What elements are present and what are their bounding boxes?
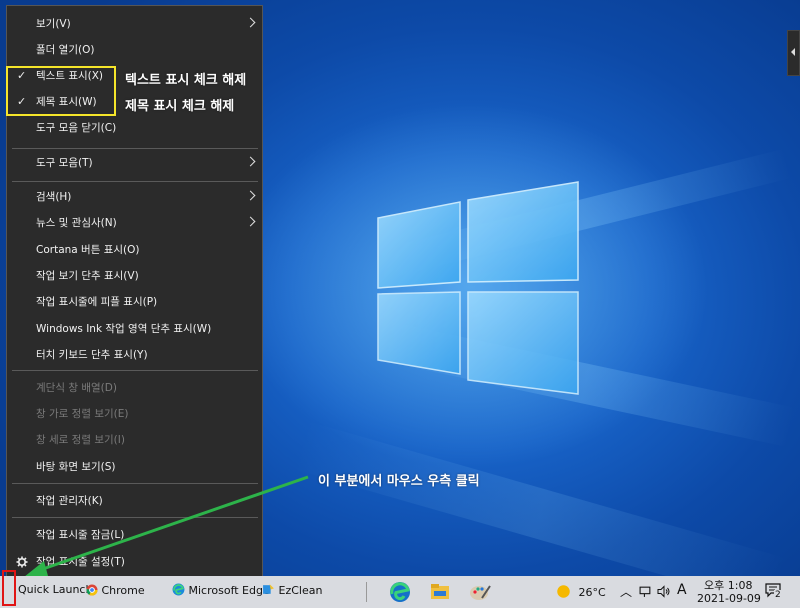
menu-separator — [12, 181, 258, 182]
taskbar-app-edge[interactable]: Microsoft Edge — [172, 581, 270, 601]
taskbar-separator — [366, 582, 367, 602]
menu-item-stacked: 창 가로 정렬 보기(E) — [36, 408, 129, 420]
menu-item-news-interests[interactable]: 뉴스 및 관심사(N) — [7, 210, 262, 236]
chevron-right-icon — [245, 216, 256, 227]
chevron-right-icon — [245, 156, 256, 167]
chevron-right-icon — [245, 190, 256, 201]
annotation-text-uncheck: 텍스트 표시 체크 해제 — [125, 73, 247, 88]
menu-item-view[interactable]: 보기(V) — [7, 11, 262, 37]
taskbar-app-ezclean[interactable]: EzClean — [262, 581, 322, 601]
toolbar-grip-highlight — [2, 570, 16, 606]
menu-item-close-toolbar[interactable]: 도구 모음 닫기(C) — [7, 115, 262, 141]
gear-icon — [16, 556, 28, 568]
menu-item-open-folder[interactable]: 폴더 열기(O) — [7, 37, 262, 63]
edge-icon[interactable] — [388, 580, 412, 604]
weather-widget[interactable]: 26°C — [556, 584, 606, 599]
menu-separator — [12, 370, 258, 371]
chevron-right-icon — [245, 17, 256, 28]
menu-item-touch-keyboard[interactable]: 터치 키보드 단추 표시(Y) — [7, 342, 262, 368]
menu-item-side-by-side: 창 세로 정렬 보기(I) — [36, 434, 125, 446]
right-edge-handle[interactable] — [787, 30, 800, 76]
taskbar-app-chrome[interactable]: Chrome — [86, 581, 145, 601]
menu-item-windows-ink[interactable]: Windows Ink 작업 영역 단추 표시(W) — [7, 316, 262, 342]
menu-item-task-view[interactable]: 작업 보기 단추 표시(V) — [7, 263, 262, 289]
ezclean-icon — [263, 584, 274, 594]
network-icon[interactable] — [639, 585, 652, 598]
menu-separator — [12, 483, 258, 484]
annotation-title-uncheck: 제목 표시 체크 해제 — [125, 99, 235, 114]
menu-item-lock-taskbar[interactable]: 작업 표시줄 잠금(L) — [7, 522, 262, 548]
notification-count: 2 — [774, 590, 782, 600]
chevron-up-icon[interactable]: ︿ — [620, 583, 632, 600]
menu-item-taskbar-settings[interactable]: 작업 표시줄 설정(T) — [7, 549, 262, 575]
edge-icon — [172, 583, 185, 596]
menu-item-cascade: 계단식 창 배열(D) — [36, 382, 117, 394]
windows-logo — [377, 181, 579, 395]
volume-icon[interactable] — [657, 585, 671, 598]
menu-item-toolbars[interactable]: 도구 모음(T) — [7, 150, 262, 176]
ime-indicator[interactable]: A — [677, 582, 687, 598]
sun-icon — [557, 585, 570, 598]
menu-separator — [12, 517, 258, 518]
menu-separator — [12, 148, 258, 149]
menu-item-show-desktop[interactable]: 바탕 화면 보기(S) — [7, 454, 262, 480]
quick-launch-label[interactable]: Quick Launch — [18, 583, 92, 596]
clock-time[interactable]: 오후 1:08 — [704, 577, 752, 593]
taskbar[interactable]: Quick Launch Chrome Microsoft Edge EzCle… — [0, 576, 800, 608]
annotation-right-click-hint: 이 부분에서 마우스 우측 클릭 — [318, 474, 480, 489]
menu-item-cortana[interactable]: Cortana 버튼 표시(O) — [7, 237, 262, 263]
menu-item-task-manager[interactable]: 작업 관리자(K) — [7, 488, 262, 514]
menu-item-people[interactable]: 작업 표시줄에 피플 표시(P) — [7, 289, 262, 315]
highlight-box — [6, 66, 116, 116]
chrome-icon — [86, 584, 98, 596]
file-explorer-icon[interactable] — [428, 580, 452, 604]
notification-center[interactable]: 2 — [765, 582, 782, 602]
menu-item-search[interactable]: 검색(H) — [7, 184, 262, 210]
paint-icon[interactable] — [468, 580, 492, 604]
clock-date[interactable]: 2021-09-09 — [697, 592, 761, 605]
